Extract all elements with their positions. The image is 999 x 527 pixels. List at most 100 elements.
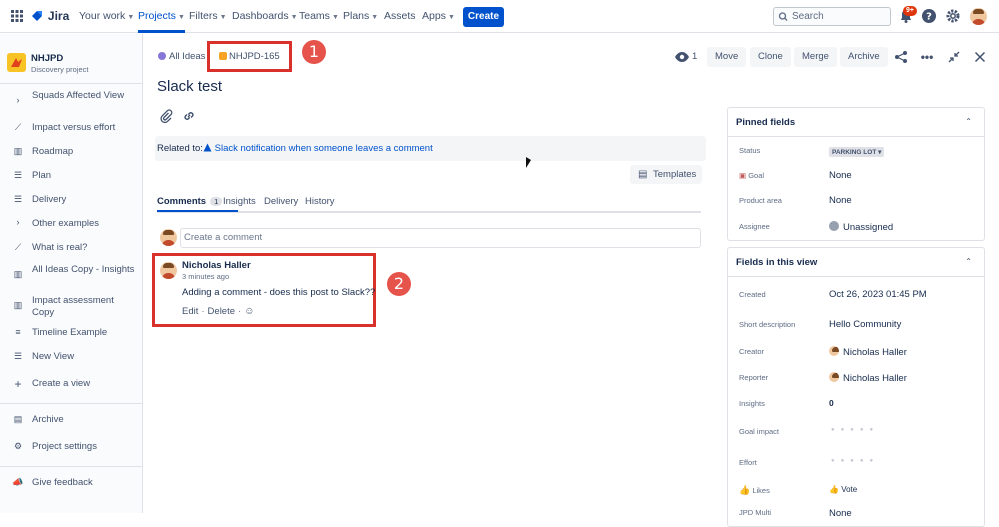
vote-thumb-icon: 👍	[829, 485, 839, 494]
field-value-product-area[interactable]: None	[829, 195, 852, 206]
create-comment-input[interactable]: Create a comment	[180, 228, 701, 248]
templates-button[interactable]: ▤ Templates	[630, 165, 702, 184]
effort-rating[interactable]: ●●●●●	[831, 458, 879, 464]
comment-body: Adding a comment - does this post to Sla…	[182, 287, 376, 298]
ideas-icon	[158, 52, 166, 60]
board-icon: ▥	[13, 146, 23, 156]
field-value-created: Oct 26, 2023 01:45 PM	[829, 289, 927, 300]
sidebar-item-impact-versus-effort[interactable]: ⟋ Impact versus effort	[0, 122, 143, 136]
jira-logo[interactable]: Jira	[31, 0, 69, 33]
field-value-reporter[interactable]: Nicholas Haller	[829, 372, 907, 384]
project-name: NHJPD	[31, 53, 64, 64]
panel-divider	[728, 276, 984, 277]
issue-title[interactable]: Slack test	[157, 78, 222, 95]
sidebar-item-impact-assessment-copy[interactable]: ▥ Impact assessment Copy	[0, 295, 143, 319]
watchers-count[interactable]: 1	[692, 51, 697, 62]
tab-insights[interactable]: Insights	[223, 196, 256, 207]
field-value-short-description[interactable]: Hello Community	[829, 319, 901, 330]
search-icon	[778, 8, 788, 31]
sidebar-item-archive[interactable]: ▤ Archive	[0, 414, 143, 428]
sidebar-item-other-examples[interactable]: › Other examples	[0, 217, 143, 232]
related-issues-row: Related to: Slack notification when some…	[155, 136, 706, 161]
settings-gear-icon: ⚙	[13, 441, 23, 451]
sidebar-item-timeline-example[interactable]: ≡ Timeline Example	[0, 327, 143, 341]
sidebar-item-label: Squads Affected View	[32, 90, 125, 101]
related-issue-link[interactable]: Slack notification when someone leaves a…	[203, 143, 433, 154]
link-icon[interactable]	[181, 108, 197, 124]
archive-button[interactable]: Archive	[840, 47, 888, 67]
sidebar-item-label: Other examples	[32, 218, 100, 229]
field-label-assignee: Assignee	[739, 222, 770, 231]
attachment-icon[interactable]	[158, 108, 174, 124]
field-label-product-area: Product area	[739, 196, 782, 205]
field-label-reporter: Reporter	[739, 373, 769, 382]
status-lozenge[interactable]: PARKING LOT ▾	[829, 147, 885, 157]
merge-button[interactable]: Merge	[794, 47, 837, 67]
tab-history[interactable]: History	[305, 196, 335, 207]
search-placeholder: Search	[792, 11, 824, 22]
more-options-icon[interactable]: •••	[919, 49, 935, 65]
nav-projects[interactable]: Projects ▼	[138, 0, 185, 33]
create-button[interactable]: Create	[463, 7, 504, 27]
sidebar-item-new-view[interactable]: ☰ New View	[0, 351, 143, 365]
add-reaction-icon[interactable]: ☺	[244, 306, 254, 317]
sidebar-item-squads-affected-view[interactable]: › Squads Affected View	[0, 90, 143, 114]
help-icon[interactable]: ?	[921, 8, 937, 24]
clone-button[interactable]: Clone	[750, 47, 791, 67]
board-icon: ▥	[13, 269, 23, 279]
field-label-creator: Creator	[739, 347, 765, 356]
list-icon: ☰	[13, 351, 23, 361]
sidebar-item-give-feedback[interactable]: 📣 Give feedback	[0, 477, 143, 491]
nav-your-work[interactable]: Your work ▼	[79, 0, 134, 33]
tab-delivery[interactable]: Delivery	[264, 196, 298, 207]
sidebar-item-label: Impact assessment Copy	[32, 295, 114, 318]
chevron-up-icon[interactable]: ⌃	[965, 117, 972, 126]
comment-delete-link[interactable]: Delete	[208, 306, 235, 317]
field-label-short-description: Short description	[739, 320, 796, 329]
chevron-up-icon[interactable]: ⌃	[965, 257, 972, 266]
settings-gear-icon[interactable]	[945, 8, 961, 24]
view-fields-title[interactable]: Fields in this view	[736, 257, 817, 268]
comment-actions: Edit · Delete · ☺	[182, 306, 255, 317]
goal-impact-rating[interactable]: ●●●●●	[831, 427, 879, 433]
share-icon[interactable]	[893, 49, 909, 65]
search-input[interactable]: Search	[773, 7, 891, 26]
field-value-goal[interactable]: None	[829, 170, 852, 181]
app-switcher-icon[interactable]	[11, 10, 23, 22]
sidebar-item-all-ideas-copy-insights[interactable]: ▥ All Ideas Copy - Insights	[0, 264, 143, 288]
sidebar-item-create-a-view[interactable]: + Create a view	[0, 377, 143, 392]
nav-filters[interactable]: Filters ▼	[189, 0, 227, 33]
field-label-goal: ▣ Goal	[739, 171, 765, 180]
nav-apps[interactable]: Apps ▼	[422, 0, 455, 33]
pinned-fields-title[interactable]: Pinned fields	[736, 117, 795, 128]
sidebar-item-what-is-real[interactable]: ⟋ What is real?	[0, 242, 143, 256]
close-icon[interactable]	[972, 49, 988, 65]
sidebar-item-delivery[interactable]: ☰ Delivery	[0, 194, 143, 208]
comment-author[interactable]: Nicholas Haller	[182, 260, 251, 271]
nav-teams[interactable]: Teams ▼	[299, 0, 339, 33]
vote-button[interactable]: 👍 Vote	[829, 485, 857, 494]
mouse-cursor-icon	[526, 157, 531, 168]
nav-dashboards[interactable]: Dashboards ▼	[232, 0, 298, 33]
comment-edit-link[interactable]: Edit	[182, 306, 198, 317]
field-value-insights[interactable]: 0	[829, 398, 834, 408]
field-value-assignee[interactable]: Unassigned	[829, 221, 893, 233]
nav-assets[interactable]: Assets	[384, 0, 416, 33]
comment-timestamp: 3 minutes ago	[182, 272, 230, 281]
move-button[interactable]: Move	[707, 47, 747, 67]
watch-eye-icon[interactable]	[674, 49, 690, 65]
breadcrumb-all-ideas[interactable]: All Ideas	[158, 51, 205, 62]
sidebar-item-plan[interactable]: ☰ Plan	[0, 170, 143, 184]
field-label-goal-impact: Goal impact	[739, 427, 780, 436]
sidebar-item-label: Create a view	[32, 378, 91, 389]
sidebar-item-project-settings[interactable]: ⚙ Project settings	[0, 441, 143, 455]
profile-avatar[interactable]	[970, 8, 987, 25]
chart-icon: ⟋	[14, 242, 22, 252]
nav-plans[interactable]: Plans ▼	[343, 0, 378, 33]
sidebar-item-roadmap[interactable]: ▥ Roadmap	[0, 146, 143, 160]
sidebar-item-label: Impact versus effort	[32, 122, 116, 133]
current-user-avatar	[160, 229, 177, 246]
field-value-jpd-multi[interactable]: None	[829, 508, 852, 519]
minimize-icon[interactable]	[946, 49, 962, 65]
tab-comments[interactable]: Comments 1	[157, 196, 239, 212]
